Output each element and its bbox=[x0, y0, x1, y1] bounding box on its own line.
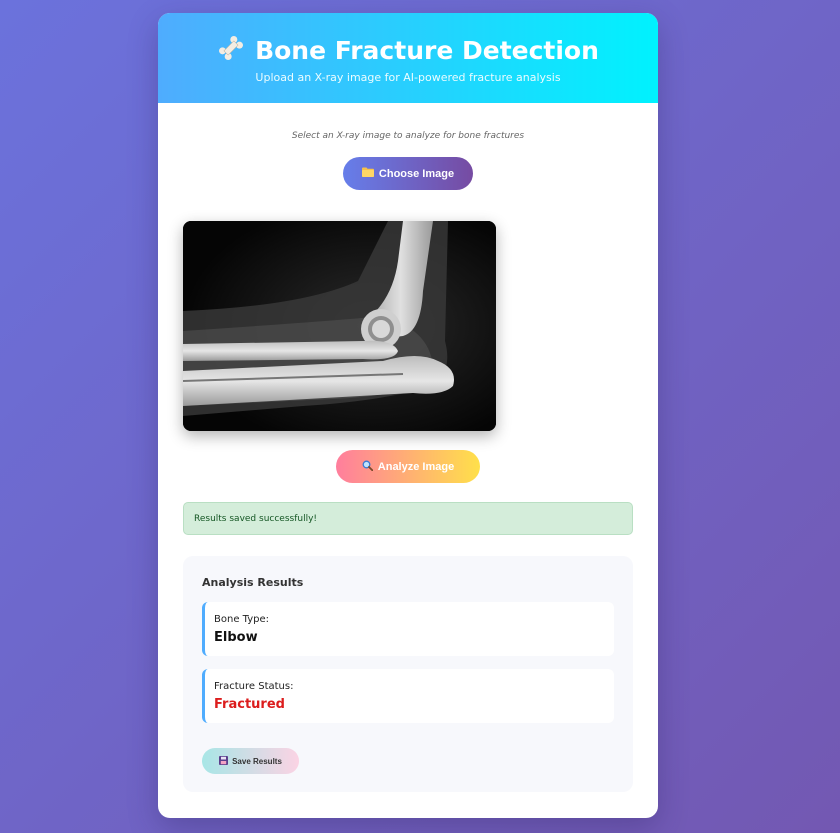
choose-image-label: Choose Image bbox=[378, 167, 455, 180]
result-item-fracture-status: Fracture Status: Fractured bbox=[202, 669, 614, 723]
xray-preview-image bbox=[183, 221, 496, 431]
bone-type-label: Bone Type: bbox=[214, 614, 269, 625]
title-row: Bone Fracture Detection bbox=[158, 34, 658, 66]
analyze-image-label: Analyze Image bbox=[377, 460, 455, 473]
choose-image-button[interactable]: Choose Image bbox=[343, 157, 473, 190]
fracture-status-label: Fracture Status: bbox=[214, 681, 294, 692]
upload-hint: Select an X-ray image to analyze for bon… bbox=[291, 131, 525, 141]
save-results-label: Save Results bbox=[232, 756, 282, 766]
page-subtitle: Upload an X-ray image for AI-powered fra… bbox=[255, 71, 561, 84]
fracture-status-value: Fractured bbox=[214, 697, 285, 712]
magnifier-icon bbox=[362, 460, 373, 474]
results-panel: Analysis Results Bone Type: Elbow Fractu… bbox=[183, 556, 633, 792]
result-item-bone-type: Bone Type: Elbow bbox=[202, 602, 614, 656]
folder-icon bbox=[361, 167, 374, 180]
header: Bone Fracture Detection Upload an X-ray … bbox=[158, 13, 658, 103]
page-title: Bone Fracture Detection bbox=[255, 35, 599, 65]
success-alert: Results saved successfully! bbox=[183, 502, 633, 535]
bone-type-value: Elbow bbox=[214, 630, 258, 645]
main-card: Bone Fracture Detection Upload an X-ray … bbox=[158, 13, 658, 818]
bone-icon bbox=[217, 34, 245, 66]
analyze-image-button[interactable]: Analyze Image bbox=[336, 450, 480, 483]
floppy-disk-icon bbox=[219, 755, 229, 767]
save-results-button[interactable]: Save Results bbox=[202, 748, 299, 774]
results-title: Analysis Results bbox=[202, 576, 304, 589]
